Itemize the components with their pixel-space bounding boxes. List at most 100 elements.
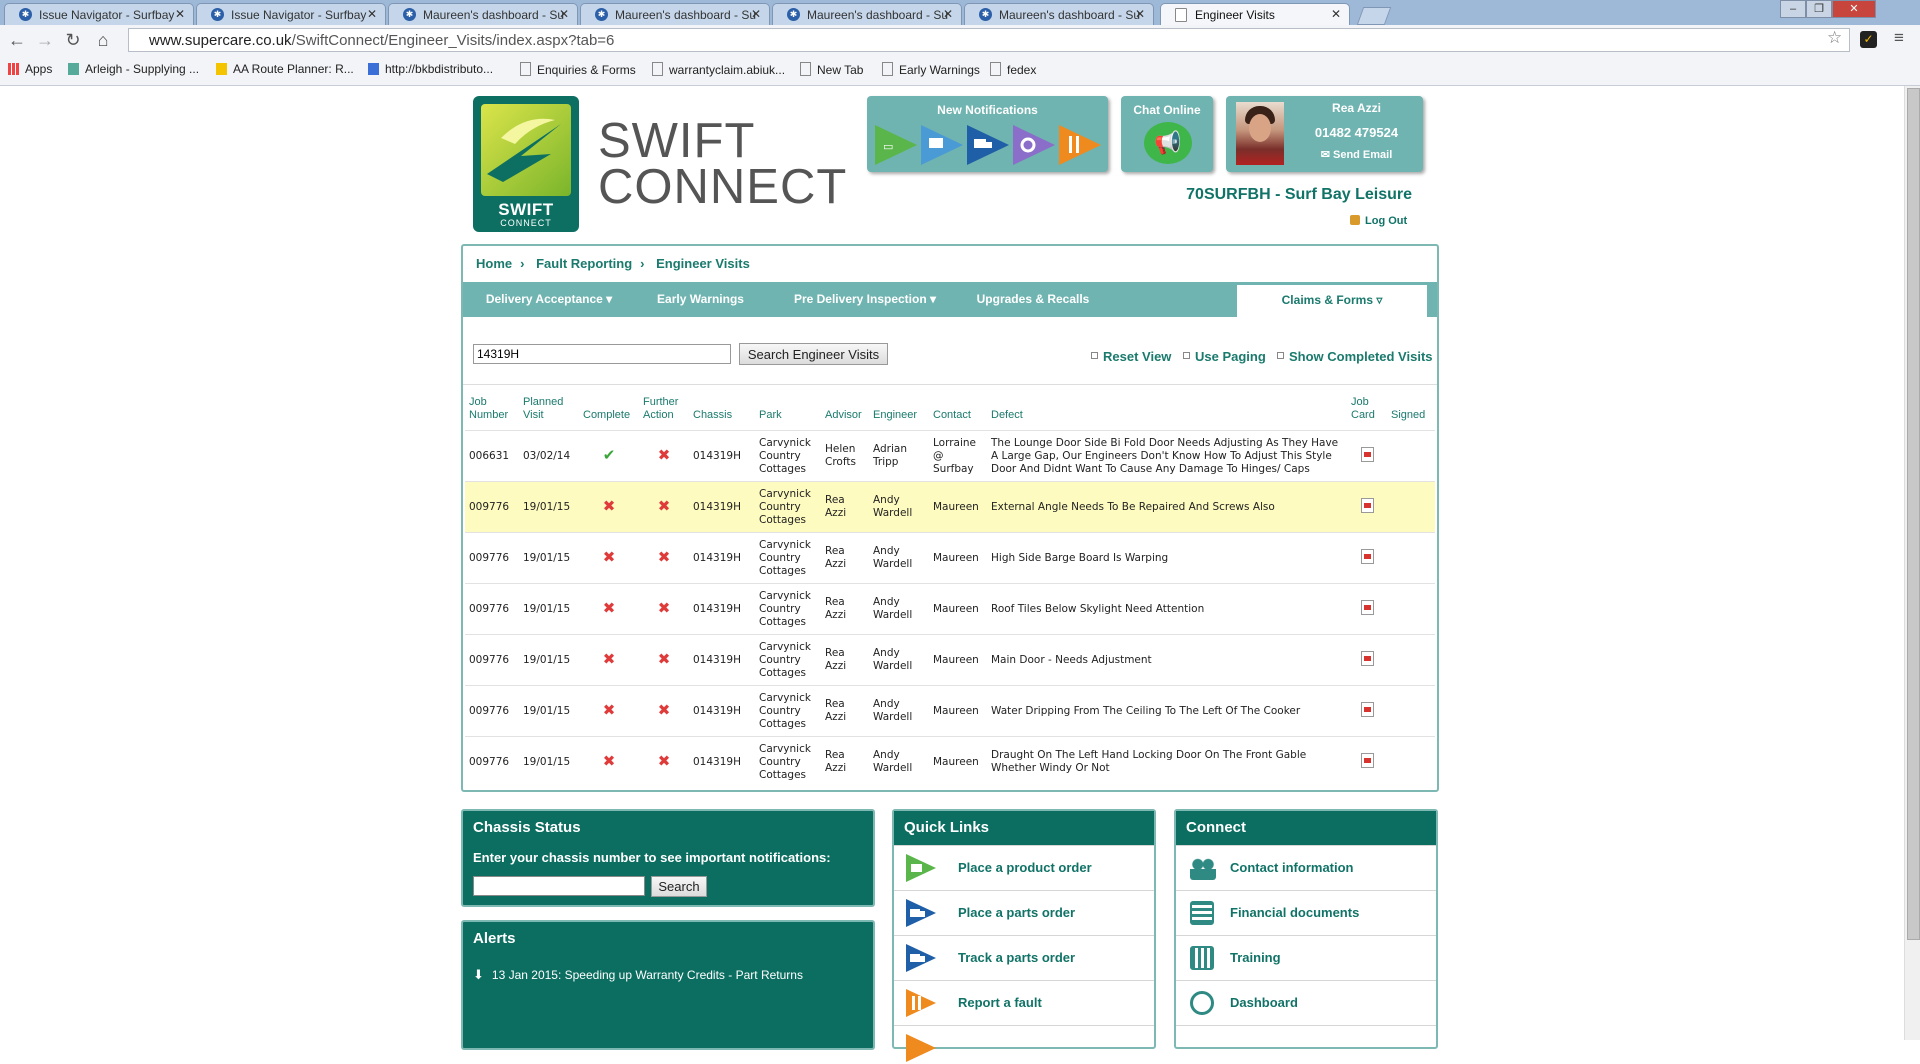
close-icon[interactable]: ✕ bbox=[175, 7, 185, 21]
quick-link-more[interactable] bbox=[894, 1025, 1154, 1062]
address-bar[interactable]: www.supercare.co.uk/SwiftConnect/Enginee… bbox=[128, 28, 1850, 52]
pdf-icon[interactable] bbox=[1360, 752, 1374, 768]
pdf-icon[interactable] bbox=[1360, 701, 1374, 717]
bookmark-item[interactable]: Enquiries & Forms bbox=[520, 62, 636, 77]
page-scrollbar[interactable] bbox=[1904, 86, 1920, 1040]
reset-view-link[interactable]: Reset View bbox=[1091, 349, 1171, 364]
nav-early-warnings[interactable]: Early Warnings bbox=[643, 292, 758, 306]
quick-link-report-fault[interactable]: Report a fault bbox=[894, 980, 1154, 1025]
search-engineer-visits-button[interactable]: Search Engineer Visits bbox=[739, 343, 888, 365]
product-order-icon[interactable]: ▭ bbox=[873, 123, 919, 167]
close-icon[interactable]: ✕ bbox=[367, 7, 377, 21]
swift-connect-logo[interactable]: SWIFT CONNECT bbox=[473, 96, 579, 232]
nav-upgrades-recalls[interactable]: Upgrades & Recalls bbox=[963, 292, 1103, 306]
bookmark-star-icon[interactable]: ☆ bbox=[1827, 28, 1842, 48]
col-chassis[interactable]: Chassis bbox=[689, 396, 755, 431]
bookmark-item[interactable]: fedex bbox=[990, 62, 1036, 77]
breadcrumb-fault-reporting[interactable]: Fault Reporting bbox=[536, 256, 632, 271]
bookmark-item[interactable]: New Tab bbox=[800, 62, 863, 77]
use-paging-link[interactable]: Use Paging bbox=[1183, 349, 1266, 364]
quick-link-place-parts-order[interactable]: Place a parts order bbox=[894, 890, 1154, 935]
engineer-visits-panel: Home › Fault Reporting › Engineer Visits D… bbox=[461, 244, 1439, 792]
col-defect[interactable]: Defect bbox=[987, 396, 1347, 431]
bookmark-item[interactable]: Arleigh - Supplying ... bbox=[68, 62, 199, 76]
pdf-icon[interactable] bbox=[1360, 548, 1374, 564]
chat-online-button[interactable]: Chat Online 📢 bbox=[1121, 96, 1213, 172]
connect-training[interactable]: Training bbox=[1176, 935, 1436, 980]
col-complete[interactable]: Complete bbox=[579, 396, 639, 431]
show-completed-visits-link[interactable]: Show Completed Visits bbox=[1277, 349, 1433, 364]
logout-link[interactable]: Log Out bbox=[1350, 215, 1407, 227]
connect-more[interactable] bbox=[1176, 1025, 1436, 1047]
pdf-icon[interactable] bbox=[1360, 446, 1374, 462]
nav-delivery-acceptance[interactable]: Delivery Acceptance ▾ bbox=[479, 292, 619, 306]
breadcrumb-home[interactable]: Home bbox=[476, 256, 512, 271]
back-icon[interactable]: ← bbox=[6, 29, 28, 51]
browser-tab[interactable]: ✱ Maureen's dashboard - Su ✕ bbox=[388, 3, 578, 25]
forward-icon[interactable]: → bbox=[34, 29, 56, 51]
table-row[interactable]: 009776 19/01/15 ✖ ✖ 014319H Carvynick Coun… bbox=[465, 634, 1435, 686]
pdf-icon[interactable] bbox=[1360, 650, 1374, 666]
quick-link-place-product-order[interactable]: Place a product order bbox=[894, 845, 1154, 890]
chassis-number-input[interactable] bbox=[473, 876, 645, 896]
col-planned-visit[interactable]: Planned Visit bbox=[519, 396, 579, 431]
pdf-icon[interactable] bbox=[1360, 599, 1374, 615]
col-job-number[interactable]: Job Number bbox=[465, 396, 519, 431]
alert-item[interactable]: ⬇ 13 Jan 2015: Speeding up Warranty Credi… bbox=[473, 967, 803, 983]
quick-link-track-parts-order[interactable]: Track a parts order bbox=[894, 935, 1154, 980]
restore-icon[interactable]: ❐ bbox=[1806, 0, 1832, 18]
table-row[interactable]: 009776 19/01/15 ✖ ✖ 014319H Carvynick Coun… bbox=[465, 583, 1435, 635]
close-icon[interactable]: ✕ bbox=[751, 7, 761, 21]
table-row[interactable]: 009776 19/01/15 ✖ ✖ 014319H Carvynick Coun… bbox=[465, 481, 1435, 533]
bookmark-item[interactable]: warrantyclaim.abiuk... bbox=[652, 62, 785, 77]
home-icon[interactable]: ⌂ bbox=[92, 29, 114, 51]
bookmark-apps[interactable]: Apps bbox=[8, 62, 52, 76]
menu-icon[interactable]: ≡ bbox=[1894, 28, 1904, 48]
table-row[interactable]: 006631 03/02/14 ✔ ✖ 014319H Carvynick Coun… bbox=[465, 430, 1435, 482]
close-icon[interactable]: ✕ bbox=[1135, 7, 1145, 21]
table-row[interactable]: 009776 19/01/15 ✖ ✖ 014319H Carvynick Coun… bbox=[465, 736, 1435, 787]
connect-financial-documents[interactable]: Financial documents bbox=[1176, 890, 1436, 935]
browser-tab[interactable]: ✱ Maureen's dashboard - Su ✕ bbox=[772, 3, 962, 25]
gear-icon[interactable] bbox=[1011, 123, 1057, 167]
monitor-icon[interactable] bbox=[919, 123, 965, 167]
scrollbar-thumb[interactable] bbox=[1907, 88, 1920, 940]
connect-contact-information[interactable]: Contact information bbox=[1176, 845, 1436, 890]
connect-box: Connect Contact information Financial do… bbox=[1174, 809, 1438, 1049]
col-further-action[interactable]: Further Action bbox=[639, 396, 689, 431]
chassis-search-button[interactable]: Search bbox=[651, 876, 707, 897]
close-icon[interactable]: ✕ bbox=[943, 7, 953, 21]
bookmark-item[interactable]: http://bkbdistributo... bbox=[368, 62, 493, 76]
col-engineer[interactable]: Engineer bbox=[869, 396, 929, 431]
browser-tab-active[interactable]: Engineer Visits ✕ bbox=[1160, 3, 1350, 25]
browser-tab[interactable]: ✱ Maureen's dashboard - Su ✕ bbox=[580, 3, 770, 25]
tools-icon[interactable] bbox=[1057, 123, 1103, 167]
close-icon[interactable]: ✕ bbox=[1331, 7, 1341, 21]
close-icon[interactable]: ✕ bbox=[559, 7, 569, 21]
col-signed[interactable]: Signed bbox=[1387, 396, 1435, 431]
table-row[interactable]: 009776 19/01/15 ✖ ✖ 014319H Carvynick Coun… bbox=[465, 685, 1435, 737]
minimize-icon[interactable]: ‒ bbox=[1780, 0, 1806, 18]
send-email-link[interactable]: ✉ Send Email bbox=[1290, 148, 1423, 161]
nav-pre-delivery-inspection[interactable]: Pre Delivery Inspection ▾ bbox=[785, 292, 945, 306]
browser-tab[interactable]: ✱ Maureen's dashboard - Su ✕ bbox=[964, 3, 1154, 25]
browser-tab[interactable]: ✱ Issue Navigator - Surfbay ✕ bbox=[4, 3, 194, 25]
breadcrumb-engineer-visits[interactable]: Engineer Visits bbox=[656, 256, 750, 271]
col-park[interactable]: Park bbox=[755, 396, 821, 431]
pdf-icon[interactable] bbox=[1360, 497, 1374, 513]
connect-dashboard[interactable]: Dashboard bbox=[1176, 980, 1436, 1025]
col-advisor[interactable]: Advisor bbox=[821, 396, 869, 431]
bookmark-item[interactable]: AA Route Planner: R... bbox=[216, 62, 354, 76]
col-contact[interactable]: Contact bbox=[929, 396, 987, 431]
nav-claims-forms[interactable]: Claims & Forms ▿ bbox=[1237, 285, 1427, 317]
browser-tab[interactable]: ✱ Issue Navigator - Surfbay ✕ bbox=[196, 3, 386, 25]
col-job-card[interactable]: Job Card bbox=[1347, 396, 1387, 431]
truck-icon[interactable] bbox=[965, 123, 1011, 167]
chassis-search-input[interactable] bbox=[473, 344, 731, 364]
reload-icon[interactable]: ↻ bbox=[62, 29, 84, 51]
table-row[interactable]: 009776 19/01/15 ✖ ✖ 014319H Carvynick Coun… bbox=[465, 532, 1435, 584]
extension-icon[interactable]: ✓ bbox=[1860, 31, 1877, 48]
bookmark-item[interactable]: Early Warnings bbox=[882, 62, 980, 77]
new-tab-button[interactable] bbox=[1356, 7, 1392, 25]
close-window-icon[interactable]: ✕ bbox=[1832, 0, 1876, 18]
